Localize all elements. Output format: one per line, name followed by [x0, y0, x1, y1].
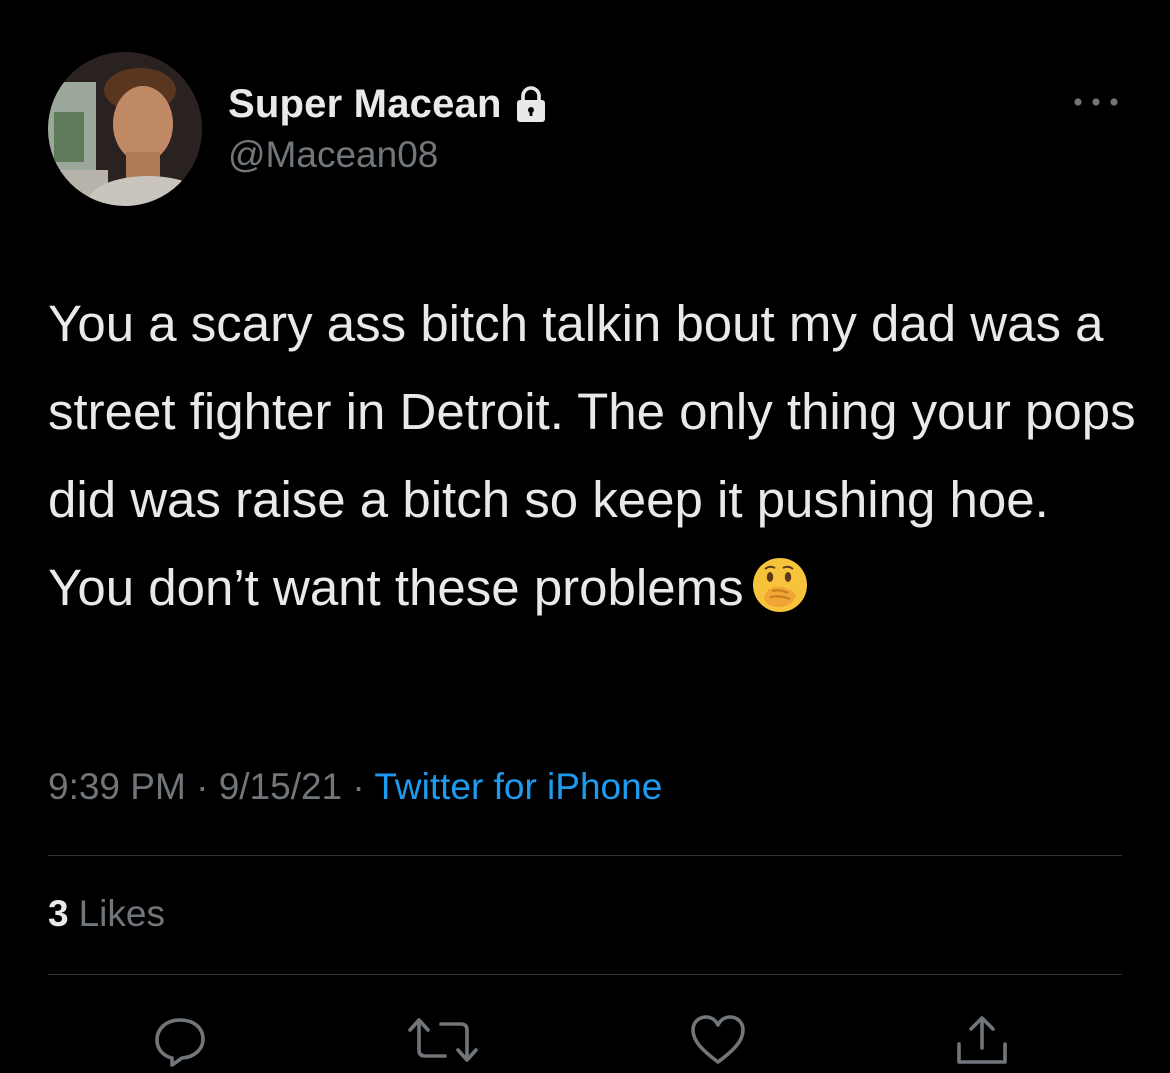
- tweet-text-content: You a scary ass bitch talkin bout my dad…: [48, 295, 1150, 616]
- tweet-text: You a scary ass bitch talkin bout my dad…: [48, 280, 1138, 632]
- likes-stat[interactable]: 3 Likes: [48, 893, 165, 935]
- divider: [48, 855, 1122, 856]
- retweet-icon[interactable]: [407, 1012, 478, 1068]
- more-options-icon[interactable]: [1070, 92, 1122, 112]
- divider: [48, 974, 1122, 975]
- meta-separator: ·: [185, 766, 219, 807]
- meta-separator: ·: [342, 766, 375, 807]
- avatar-image: [48, 52, 202, 206]
- tweet-date: 9/15/21: [218, 766, 343, 807]
- face-with-hand-over-mouth-icon: [750, 554, 810, 614]
- tweet-time: 9:39 PM: [48, 766, 186, 807]
- display-name[interactable]: Super Macean: [228, 82, 502, 127]
- tweet-meta: 9:39 PM · 9/15/21 · Twitter for iPhone: [48, 766, 662, 808]
- author-name-row[interactable]: Super Macean: [228, 80, 550, 128]
- tweet-source-link[interactable]: Twitter for iPhone: [374, 766, 662, 807]
- likes-label: Likes: [78, 893, 165, 934]
- like-icon[interactable]: [688, 1012, 748, 1068]
- share-icon[interactable]: [952, 1012, 1012, 1068]
- user-handle[interactable]: @Macean08: [228, 134, 438, 176]
- lock-icon: [512, 84, 550, 124]
- reply-icon[interactable]: [150, 1012, 210, 1068]
- tweet-detail: Super Macean @Macean08 You a scary ass b…: [0, 0, 1170, 1073]
- avatar[interactable]: [48, 52, 202, 206]
- likes-count: 3: [48, 893, 69, 934]
